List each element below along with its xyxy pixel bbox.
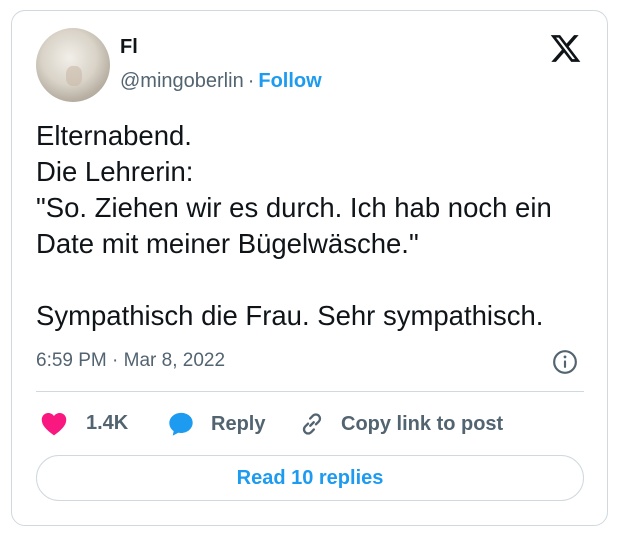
link-icon bbox=[302, 413, 322, 435]
copy-link-button[interactable]: Copy link to post bbox=[298, 410, 503, 438]
display-name[interactable]: Fl bbox=[120, 36, 138, 59]
heart-icon bbox=[41, 412, 67, 436]
read-replies-label: Read 10 replies bbox=[236, 466, 384, 489]
reply-button[interactable]: Reply bbox=[166, 410, 265, 438]
reply-label: Reply bbox=[211, 412, 266, 435]
speech-bubble-icon bbox=[169, 412, 193, 436]
avatar[interactable] bbox=[36, 28, 110, 102]
divider bbox=[36, 391, 584, 392]
info-icon[interactable] bbox=[552, 349, 578, 375]
follow-button[interactable]: Follow bbox=[258, 70, 321, 92]
x-logo-icon[interactable] bbox=[549, 32, 582, 65]
handle-row: @mingoberlin · Follow bbox=[120, 70, 322, 93]
tweet-text: Elternabend. Die Lehrerin: "So. Ziehen w… bbox=[36, 120, 552, 331]
read-replies-button[interactable]: Read 10 replies bbox=[36, 455, 584, 501]
likes-count: 1.4K bbox=[86, 411, 129, 434]
copy-link-label: Copy link to post bbox=[341, 412, 504, 435]
handle-separator: · bbox=[247, 70, 255, 92]
user-handle[interactable]: @mingoberlin bbox=[120, 70, 244, 92]
like-button[interactable]: 1.4K bbox=[40, 410, 128, 436]
timestamp[interactable]: 6:59 PM · Mar 8, 2022 bbox=[36, 350, 225, 372]
